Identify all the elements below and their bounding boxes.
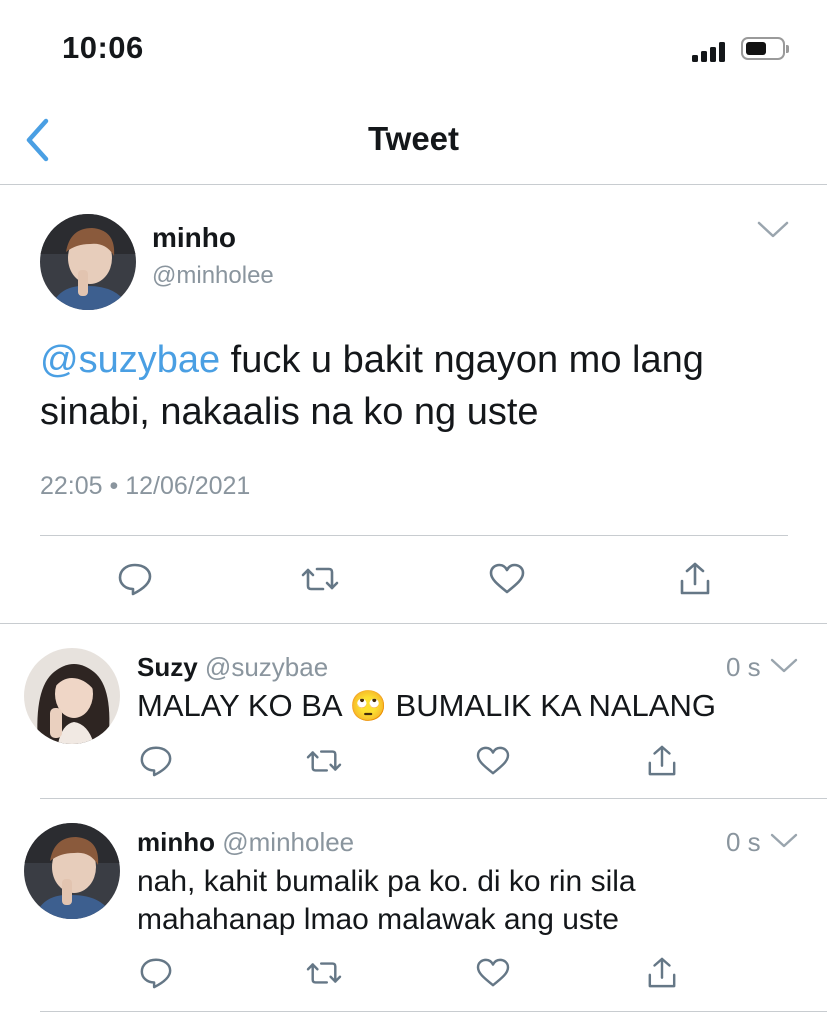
heart-icon — [489, 563, 525, 594]
tweet-text-line2: sinabi, nakaalis na ko ng uste — [40, 391, 539, 433]
share-icon — [648, 745, 676, 776]
status-time: 10:06 — [62, 30, 144, 65]
tweet-timestamp: 22:05 • 12/06/2021 — [40, 472, 251, 500]
reply-text: nah, kahit bumalik pa ko. di ko rin sila… — [137, 863, 636, 939]
share-button[interactable] — [679, 561, 711, 597]
reply-text-line1: nah, kahit bumalik pa ko. di ko rin sila — [137, 865, 636, 898]
heart-icon — [476, 958, 510, 987]
avatar[interactable] — [40, 214, 136, 310]
reply-author-name[interactable]: Suzy — [137, 652, 198, 682]
avatar[interactable] — [24, 823, 120, 919]
like-button[interactable] — [476, 746, 510, 776]
signal-icon — [692, 40, 732, 62]
reply-author-name[interactable]: minho — [137, 827, 215, 857]
chevron-down-icon — [770, 658, 798, 673]
reply-icon — [118, 563, 152, 596]
page-title: Tweet — [367, 120, 460, 157]
chevron-down-icon — [770, 833, 798, 848]
retweet-button[interactable] — [306, 745, 342, 777]
share-icon — [648, 957, 676, 988]
tweet-text-line1: fuck u bakit ngayon mo lang — [220, 339, 704, 381]
share-button[interactable] — [647, 956, 677, 990]
author-handle[interactable]: @minholee — [152, 262, 274, 290]
tweet-options-button[interactable] — [757, 220, 789, 240]
reply-time: 0 s — [726, 827, 761, 857]
retweet-icon — [306, 750, 342, 772]
reply-text-part2: BUMALIK KA NALANG — [395, 688, 716, 723]
reply-author-handle[interactable]: @minholee — [222, 827, 354, 857]
divider — [40, 535, 788, 536]
share-icon — [680, 562, 710, 595]
share-button[interactable] — [647, 744, 677, 778]
reply-button[interactable] — [139, 744, 173, 778]
reply-header: Suzy @suzybae — [137, 652, 328, 683]
reply-options-button[interactable] — [770, 657, 798, 675]
face-rolling-eyes-emoji: 🙄 — [349, 690, 387, 723]
reply-button[interactable] — [117, 561, 153, 597]
chevron-down-icon — [757, 221, 789, 238]
reply-text: MALAY KO BA 🙄 BUMALIK KA NALANG — [137, 688, 716, 724]
section-divider — [0, 623, 827, 624]
retweet-icon — [301, 567, 339, 591]
like-button[interactable] — [476, 958, 510, 988]
reply-options-button[interactable] — [770, 832, 798, 850]
divider — [40, 798, 827, 799]
reply-author-handle[interactable]: @suzybae — [205, 652, 328, 682]
tweet-text: @suzybae fuck u bakit ngayon mo lang sin… — [40, 334, 810, 438]
mention-link[interactable]: @suzybae — [40, 339, 220, 381]
reply-icon — [140, 958, 172, 989]
reply-icon — [140, 746, 172, 777]
retweet-button[interactable] — [306, 957, 342, 989]
retweet-button[interactable] — [301, 562, 339, 596]
retweet-icon — [306, 962, 342, 984]
like-button[interactable] — [489, 563, 525, 595]
header-divider — [0, 184, 827, 185]
heart-icon — [476, 746, 510, 775]
battery-icon — [741, 37, 789, 60]
reply-time: 0 s — [726, 652, 761, 682]
reply-text-part1: MALAY KO BA — [137, 688, 341, 723]
reply-header: minho @minholee — [137, 827, 354, 858]
reply-text-line2: mahahanap lmao malawak ang uste — [137, 903, 619, 936]
avatar[interactable] — [24, 648, 120, 744]
author-name[interactable]: minho — [152, 222, 236, 254]
divider — [40, 1011, 827, 1012]
reply-button[interactable] — [139, 956, 173, 990]
